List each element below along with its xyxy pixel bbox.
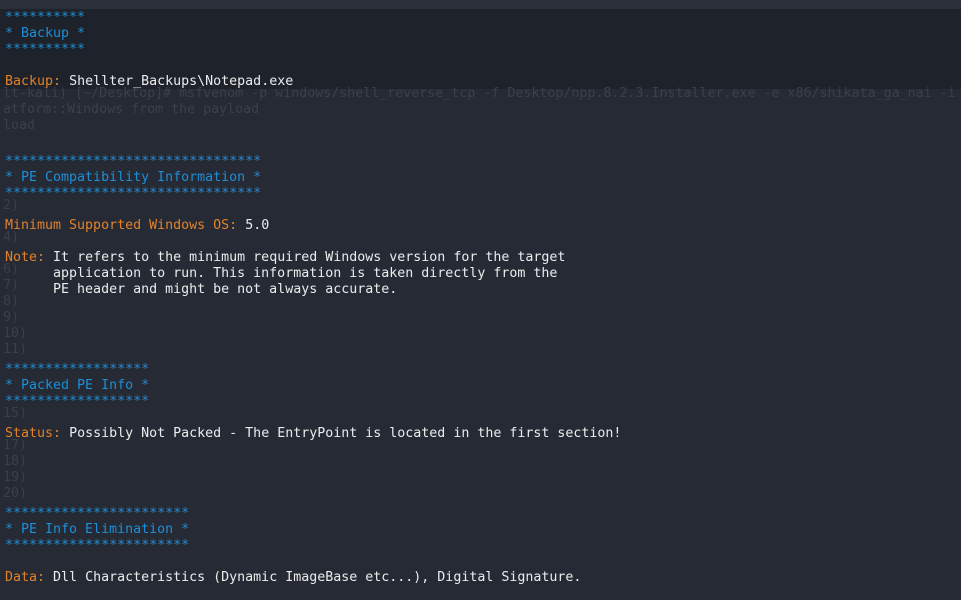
packed-banner-bottom: ****************** — [5, 394, 150, 409]
backup-banner-top: ********** — [5, 10, 86, 25]
data-value: Dll Characteristics (Dynamic ImageBase e… — [53, 570, 582, 585]
note-text-2: application to run. This information is … — [5, 266, 558, 281]
pe-compat-banner-top: ******************************** — [5, 154, 262, 169]
data-label: Data: — [5, 570, 46, 585]
elimination-banner-bottom: *********************** — [5, 538, 190, 553]
data-line: Data: Dll Characteristics (Dynamic Image… — [5, 570, 581, 586]
shellter-output: ********** * Backup * ********** Backup:… — [0, 0, 961, 600]
note-line-1: Note: It refers to the minimum required … — [5, 250, 565, 266]
backup-banner-bottom: ********** — [5, 42, 86, 57]
packed-banner-title: * Packed PE Info * — [5, 378, 150, 393]
status-value: Possibly Not Packed - The EntryPoint is … — [69, 426, 622, 441]
note-text-3: PE header and might be not always accura… — [5, 282, 398, 297]
min-os-label: Minimum Supported Windows OS: — [5, 218, 238, 233]
backup-banner-title: * Backup * — [5, 26, 86, 41]
elimination-banner-top: *********************** — [5, 506, 190, 521]
status-line: Status: Possibly Not Packed - The EntryP… — [5, 426, 621, 442]
terminal-window[interactable]: lt-kali) [~/Desktop]# msfvenom -p window… — [0, 0, 961, 600]
min-os-value: 5.0 — [245, 218, 270, 233]
backup-line: Backup: Shellter_Backups\Notepad.exe — [5, 74, 293, 90]
packed-banner-top: ****************** — [5, 362, 150, 377]
backup-label: Backup: — [5, 74, 62, 89]
backup-value: Shellter_Backups\Notepad.exe — [69, 74, 294, 89]
min-os-line: Minimum Supported Windows OS: 5.0 — [5, 218, 269, 234]
pe-compat-banner-title: * PE Compatibility Information * — [5, 170, 262, 185]
pe-compat-banner-bottom: ******************************** — [5, 186, 262, 201]
note-text-1: It refers to the minimum required Window… — [53, 250, 566, 265]
note-label: Note: — [5, 250, 46, 265]
status-label: Status: — [5, 426, 62, 441]
elimination-banner-title: * PE Info Elimination * — [5, 522, 190, 537]
